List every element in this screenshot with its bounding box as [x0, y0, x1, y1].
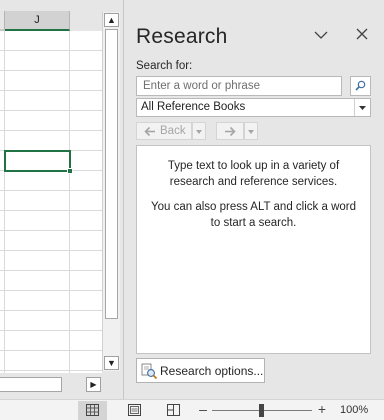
dropdown-arrow-icon [248, 130, 254, 134]
zoom-out-button[interactable]: – [196, 402, 210, 418]
research-options-icon [141, 363, 158, 380]
page-break-preview-button[interactable] [159, 401, 188, 420]
close-icon[interactable] [354, 26, 370, 42]
worksheet-area[interactable]: J [0, 0, 102, 373]
search-icon [355, 80, 366, 91]
back-button-label: Back [160, 125, 186, 137]
search-input[interactable] [136, 76, 342, 96]
active-cell[interactable] [4, 150, 71, 172]
research-options-button[interactable]: Research options... [136, 358, 265, 383]
forward-history-dropdown[interactable] [244, 122, 258, 140]
horizontal-scroll-area: ▶ [0, 373, 102, 399]
zoom-slider-thumb[interactable] [259, 404, 264, 417]
scroll-down-arrow-icon[interactable]: ▼ [104, 356, 119, 370]
fill-handle[interactable] [67, 168, 73, 174]
reference-source-value: All Reference Books [141, 101, 246, 113]
column-header-j[interactable]: J [5, 11, 70, 31]
vertical-scroll-thumb[interactable] [105, 29, 118, 319]
cell-grid[interactable] [0, 31, 102, 373]
page-layout-view-button[interactable] [120, 401, 149, 420]
search-for-label: Search for: [136, 60, 193, 72]
zoom-level[interactable]: 100% [340, 404, 368, 416]
arrow-left-icon [144, 126, 155, 137]
column-header-k[interactable] [70, 11, 102, 31]
research-pane: Research Search for: All Reference Books… [123, 0, 384, 399]
reference-source-select[interactable]: All Reference Books [136, 98, 371, 117]
normal-view-button[interactable] [78, 401, 107, 420]
grid-view-icon [86, 404, 99, 416]
column-header-row: J [0, 0, 102, 31]
scroll-up-arrow-icon[interactable]: ▲ [104, 13, 119, 27]
results-panel: Type text to look up in a variety of res… [136, 145, 371, 354]
research-options-label: Research options... [160, 364, 264, 378]
page-break-icon [167, 404, 180, 416]
page-layout-icon [128, 404, 141, 416]
back-button[interactable]: Back [136, 122, 192, 140]
back-history-dropdown[interactable] [192, 122, 206, 140]
chevron-down-icon[interactable] [312, 27, 330, 43]
status-bar: – + 100% [0, 399, 384, 420]
arrow-right-icon [225, 126, 236, 137]
pane-title: Research [136, 25, 228, 48]
dropdown-arrow-icon [196, 130, 202, 134]
results-instructions: Type text to look up in a variety of res… [167, 160, 340, 188]
vertical-scrollbar[interactable]: ▲ ▼ [102, 12, 120, 371]
results-alt-click-hint: You can also press ALT and click a word … [151, 201, 356, 229]
horizontal-scrollbar[interactable] [0, 377, 62, 392]
scroll-right-arrow-icon[interactable]: ▶ [86, 377, 101, 392]
start-searching-button[interactable] [350, 76, 371, 96]
zoom-in-button[interactable]: + [315, 402, 329, 418]
chevron-down-icon[interactable] [354, 99, 370, 116]
forward-button[interactable] [216, 122, 244, 140]
